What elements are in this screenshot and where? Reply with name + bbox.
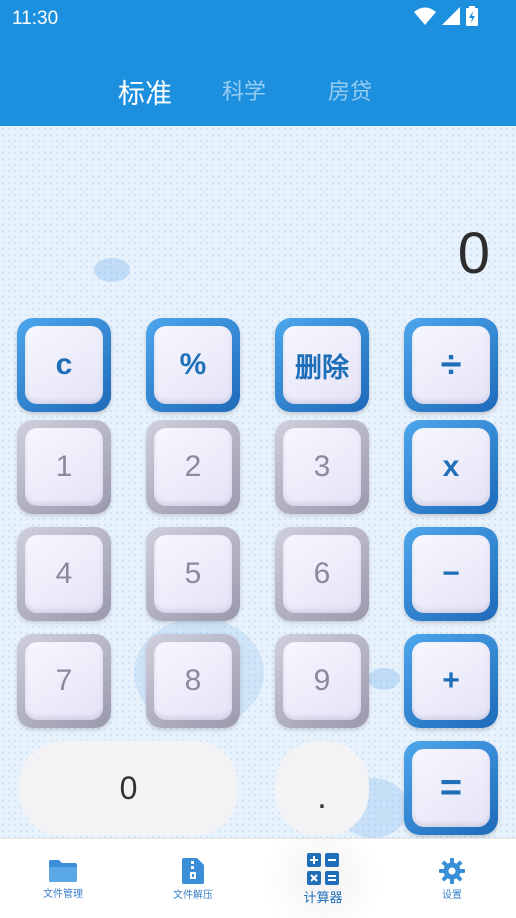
decimal-point-button[interactable]: . <box>275 741 369 836</box>
digit-1-label: 1 <box>25 428 103 506</box>
status-time: 11:30 <box>12 8 59 29</box>
nav-calculator[interactable]: 计算器 <box>248 839 398 918</box>
nav-label: 文件解压 <box>173 889 213 901</box>
digit-2-button[interactable]: 2 <box>146 420 240 514</box>
decor-bubble <box>368 668 400 690</box>
minus-label: − <box>412 535 490 613</box>
battery-icon <box>466 6 478 26</box>
zip-file-icon <box>182 857 204 884</box>
divide-button[interactable]: ÷ <box>404 318 498 412</box>
digit-0-label: 0 <box>119 770 138 806</box>
plus-button[interactable]: + <box>404 634 498 728</box>
digit-0-button[interactable]: 0 <box>19 741 238 836</box>
minus-button[interactable]: − <box>404 527 498 621</box>
plus-label: + <box>412 642 490 720</box>
bottom-navigation: 文件管理 文件解压 计算器 设置 <box>0 838 516 918</box>
tab-mortgage[interactable]: 房贷 <box>328 74 372 106</box>
nav-file-extract[interactable]: 文件解压 <box>150 839 236 918</box>
digit-4-button[interactable]: 4 <box>17 527 111 621</box>
digit-5-label: 5 <box>154 535 232 613</box>
gear-icon <box>439 857 465 884</box>
nav-label: 设置 <box>442 889 462 901</box>
digit-9-button[interactable]: 9 <box>275 634 369 728</box>
digit-2-label: 2 <box>154 428 232 506</box>
equals-label: = <box>412 749 490 827</box>
equals-button[interactable]: = <box>404 741 498 835</box>
digit-7-button[interactable]: 7 <box>17 634 111 728</box>
nav-label: 文件管理 <box>43 888 83 900</box>
decimal-point-label: . <box>317 778 327 816</box>
nav-settings[interactable]: 设置 <box>410 839 494 918</box>
calculator-icon <box>307 852 339 885</box>
status-icons <box>414 6 478 26</box>
result-display: 0 <box>457 221 490 286</box>
app-header: 11:30 标准 科学 房贷 <box>0 0 516 126</box>
folder-icon <box>49 859 77 882</box>
signal-icon <box>442 7 460 25</box>
multiply-label: x <box>412 428 490 506</box>
digit-6-button[interactable]: 6 <box>275 527 369 621</box>
digit-3-label: 3 <box>283 428 361 506</box>
mode-tabs: 标准 科学 房贷 <box>0 74 516 114</box>
digit-1-button[interactable]: 1 <box>17 420 111 514</box>
digit-8-label: 8 <box>154 642 232 720</box>
digit-6-label: 6 <box>283 535 361 613</box>
delete-label: 删除 <box>283 326 361 404</box>
delete-button[interactable]: 删除 <box>275 318 369 412</box>
tab-standard[interactable]: 标准 <box>118 72 172 111</box>
clear-label: c <box>25 326 103 404</box>
digit-8-button[interactable]: 8 <box>146 634 240 728</box>
digit-4-label: 4 <box>25 535 103 613</box>
multiply-button[interactable]: x <box>404 420 498 514</box>
nav-label: 计算器 <box>303 890 343 906</box>
digit-5-button[interactable]: 5 <box>146 527 240 621</box>
clear-button[interactable]: c <box>17 318 111 412</box>
nav-file-manager[interactable]: 文件管理 <box>20 839 106 918</box>
digit-3-button[interactable]: 3 <box>275 420 369 514</box>
wifi-icon <box>414 7 436 25</box>
digit-9-label: 9 <box>283 642 361 720</box>
digit-7-label: 7 <box>25 642 103 720</box>
percent-button[interactable]: % <box>146 318 240 412</box>
decor-bubble <box>94 258 130 282</box>
tab-scientific[interactable]: 科学 <box>222 74 266 106</box>
percent-label: % <box>154 326 232 404</box>
divide-label: ÷ <box>412 326 490 404</box>
